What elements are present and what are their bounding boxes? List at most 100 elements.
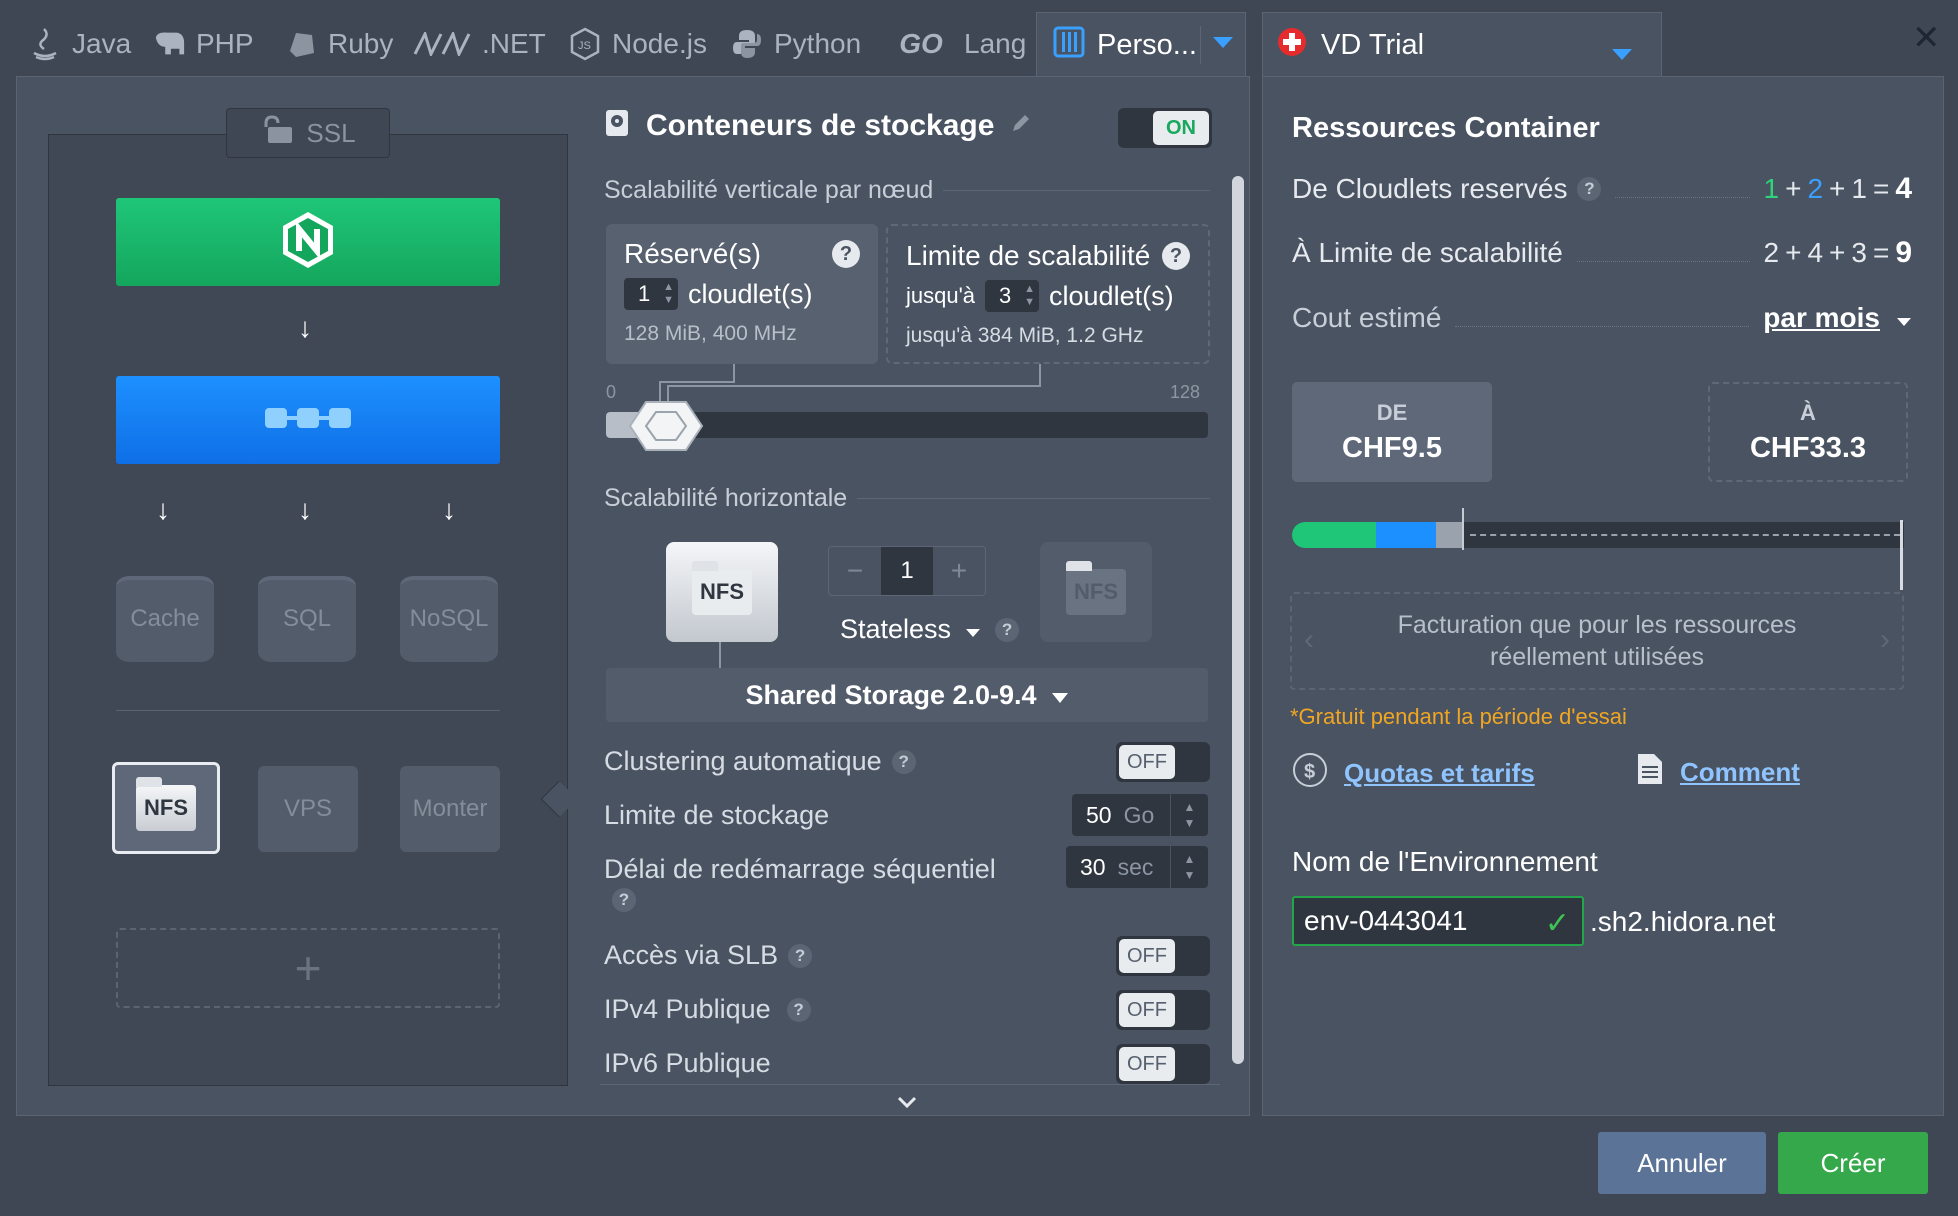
cache-node[interactable]: Cache bbox=[116, 576, 214, 662]
chevron-right-icon[interactable]: › bbox=[1880, 624, 1890, 656]
help-icon[interactable]: ? bbox=[995, 617, 1020, 642]
spin-arrows-icon[interactable]: ▲ ▼ bbox=[663, 281, 674, 307]
environment-name-input[interactable]: env-0443041 ✓ bbox=[1292, 896, 1584, 946]
config-scrollbar[interactable] bbox=[1232, 176, 1244, 1064]
spin-arrows-icon[interactable]: ▲ ▼ bbox=[1024, 283, 1035, 309]
chevron-left-icon[interactable]: ‹ bbox=[1304, 624, 1314, 656]
close-icon[interactable]: ✕ bbox=[1912, 18, 1941, 58]
reserved-cloudlets-summary: De Cloudlets reservés? 1 + 2 + 1 = 4 bbox=[1292, 172, 1913, 205]
add-layer-button[interactable]: + bbox=[116, 928, 500, 1008]
nfs-node-primary[interactable]: NFS bbox=[666, 542, 778, 642]
billing-period-dropdown[interactable]: par mois bbox=[1763, 302, 1912, 334]
cancel-button[interactable]: Annuler bbox=[1598, 1132, 1766, 1194]
help-icon[interactable]: ? bbox=[891, 749, 916, 774]
auto-clustering-toggle[interactable]: OFF bbox=[1116, 742, 1210, 782]
help-icon[interactable]: ? bbox=[832, 240, 860, 268]
reserved-equation: 1 + 2 + 1 = 4 bbox=[1763, 172, 1913, 205]
quotas-link[interactable]: $ Quotas et tarifs bbox=[1292, 752, 1535, 795]
reserved-cloudlets-box: Réservé(s) ? 1 ▲ ▼ cloudlet(s) 128 MiB, 4… bbox=[606, 224, 878, 364]
layer-on-toggle[interactable]: ON bbox=[1118, 108, 1212, 148]
tab-java[interactable]: Java bbox=[28, 14, 131, 74]
down-arrow-icon: ↓ bbox=[442, 494, 456, 525]
node-count-value[interactable]: 1 bbox=[881, 547, 933, 595]
dollar-circle-icon: $ bbox=[1292, 752, 1328, 795]
public-ipv4-toggle[interactable]: OFF bbox=[1116, 990, 1210, 1030]
scaling-limit-summary: À Limite de scalabilité 2 + 4 + 3 = 9 bbox=[1292, 236, 1913, 269]
help-icon[interactable]: ? bbox=[786, 997, 811, 1022]
tabs-dropdown-button[interactable] bbox=[1200, 26, 1244, 64]
nfs-icon: NFS bbox=[1066, 561, 1126, 615]
vertical-scaling-heading: Scalabilité verticale par nœud bbox=[604, 176, 1210, 205]
svg-text:$: $ bbox=[1304, 761, 1315, 783]
caret-down-icon bbox=[1896, 302, 1912, 334]
public-ipv4-row: IPv4 Publique ? bbox=[604, 994, 811, 1025]
scaling-mode-dropdown[interactable]: Stateless ? bbox=[840, 614, 1020, 645]
custom-icon bbox=[1053, 26, 1085, 66]
nfs-icon: NFS bbox=[692, 561, 752, 615]
help-icon[interactable]: ? bbox=[1162, 242, 1190, 270]
divider bbox=[116, 710, 500, 711]
nginx-balancer-node[interactable] bbox=[116, 198, 500, 286]
check-icon: ✓ bbox=[1544, 907, 1570, 940]
storage-limit-input[interactable]: 50 Go ▲ ▼ bbox=[1072, 794, 1208, 836]
tab-dotnet[interactable]: .NET bbox=[412, 14, 546, 74]
help-icon[interactable]: ? bbox=[788, 943, 813, 968]
how-it-works-link[interactable]: Comment bbox=[1636, 752, 1800, 793]
divider bbox=[600, 1084, 1220, 1085]
ruby-icon bbox=[284, 27, 318, 61]
environment-name-label: Nom de l'Environnement bbox=[1292, 846, 1598, 877]
spin-arrows-icon[interactable]: ▲ ▼ bbox=[1170, 846, 1208, 888]
help-icon[interactable]: ? bbox=[612, 888, 636, 912]
nfs-node-selected[interactable]: NFS bbox=[112, 762, 220, 854]
tab-nodejs[interactable]: JS Node.js bbox=[568, 14, 707, 74]
environment-domain-suffix: .sh2.hidora.net bbox=[1590, 906, 1776, 937]
public-ipv6-toggle[interactable]: OFF bbox=[1116, 1044, 1210, 1084]
bar-tick bbox=[1462, 508, 1464, 550]
auto-clustering-row: Clustering automatique ? bbox=[604, 746, 916, 777]
down-arrow-icon: ↓ bbox=[298, 312, 312, 343]
spin-arrows-icon[interactable]: ▲ ▼ bbox=[1170, 794, 1208, 836]
slb-access-toggle[interactable]: OFF bbox=[1116, 936, 1210, 976]
tab-php[interactable]: PHP bbox=[152, 14, 254, 74]
storage-version-select[interactable]: Shared Storage 2.0-9.4 bbox=[606, 668, 1208, 722]
scroll-down-chevron-icon[interactable] bbox=[896, 1088, 918, 1116]
ssl-toggle[interactable]: SSL bbox=[226, 108, 390, 158]
chevron-down-icon bbox=[1611, 37, 1633, 70]
bar-segment-green bbox=[1292, 522, 1376, 548]
reserved-cloudlets-input[interactable]: 1 ▲ ▼ bbox=[624, 278, 678, 310]
vps-node[interactable]: VPS bbox=[258, 766, 358, 852]
document-icon bbox=[1636, 752, 1664, 793]
tab-python[interactable]: Python bbox=[730, 14, 861, 74]
decrease-button[interactable]: − bbox=[829, 555, 881, 587]
chevron-down-icon bbox=[1212, 36, 1234, 55]
edit-pencil-icon[interactable] bbox=[1010, 112, 1032, 139]
nfs-node-ghost[interactable]: NFS bbox=[1040, 542, 1152, 642]
sql-node[interactable]: SQL bbox=[258, 576, 356, 662]
svg-text:JS: JS bbox=[578, 40, 591, 52]
region-selector[interactable]: VD Trial bbox=[1262, 12, 1662, 78]
limit-equation: 2 + 4 + 3 = 9 bbox=[1763, 236, 1913, 269]
create-button[interactable]: Créer bbox=[1778, 1132, 1928, 1194]
tab-go[interactable]: GO Lang bbox=[888, 14, 1026, 74]
resources-title: Ressources Container bbox=[1292, 112, 1600, 144]
tab-ruby[interactable]: Ruby bbox=[284, 14, 393, 74]
slb-access-row: Accès via SLB ? bbox=[604, 940, 813, 971]
restart-delay-input[interactable]: 30 sec ▲ ▼ bbox=[1066, 846, 1208, 888]
build-node[interactable]: Monter bbox=[400, 766, 500, 852]
help-icon[interactable]: ? bbox=[1577, 177, 1602, 201]
slider-handle[interactable] bbox=[628, 400, 704, 452]
node-count-stepper[interactable]: − 1 + bbox=[828, 546, 986, 596]
java-icon bbox=[28, 27, 62, 61]
config-title: Conteneurs de stockage bbox=[646, 108, 995, 142]
limit-cloudlets-input[interactable]: 3 ▲ ▼ bbox=[985, 280, 1040, 312]
increase-button[interactable]: + bbox=[933, 555, 985, 587]
nosql-node[interactable]: NoSQL bbox=[400, 576, 498, 662]
caret-down-icon bbox=[965, 614, 981, 645]
app-server-node[interactable] bbox=[116, 376, 500, 464]
lock-icon bbox=[260, 114, 294, 152]
price-from-box: DE CHF9.5 bbox=[1292, 382, 1492, 482]
dotnet-icon bbox=[412, 27, 472, 61]
swiss-flag-icon bbox=[1277, 27, 1307, 65]
bar-dashed-range bbox=[1470, 534, 1900, 536]
go-icon: GO bbox=[899, 28, 943, 59]
